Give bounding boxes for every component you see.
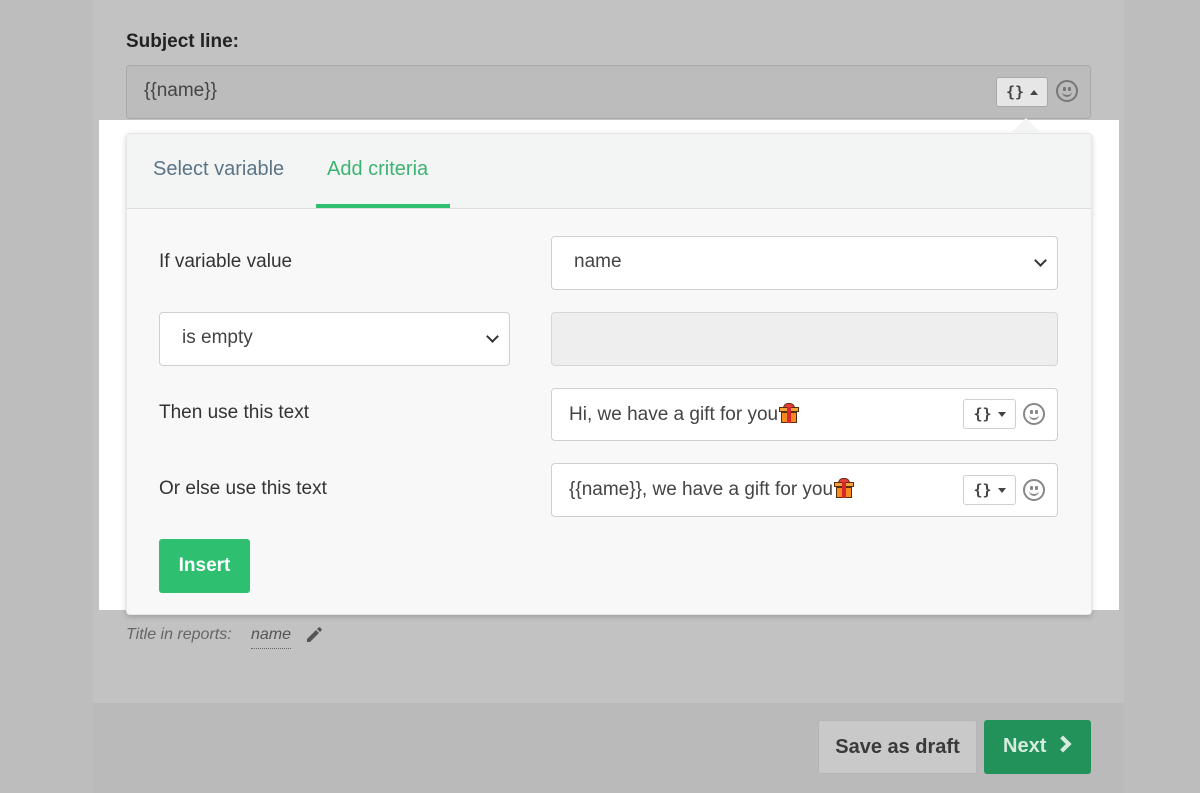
variable-popup: Select variable Add criteria (126, 133, 1092, 615)
else-text-value: {{name}}, we have a gift for you (569, 478, 855, 501)
condition-select-value: is empty (182, 327, 253, 348)
next-button-label: Next (1003, 735, 1047, 757)
then-text-value: Hi, we have a gift for you (569, 403, 800, 426)
gift-icon (834, 478, 855, 498)
if-variable-label: If variable value (159, 251, 293, 272)
reports-title-value[interactable]: name (251, 626, 292, 649)
tab-add-criteria[interactable]: Add criteria (327, 158, 428, 181)
caret-down-icon (997, 487, 1006, 493)
caret-down-icon (997, 411, 1006, 417)
gift-icon (779, 403, 800, 423)
popup-tabs: Select variable Add criteria (127, 134, 1091, 209)
condition-select[interactable]: is empty (159, 312, 510, 366)
variable-select-value: name (574, 251, 622, 272)
chevron-right-icon (1054, 735, 1072, 753)
subject-emoji-icon[interactable] (1056, 80, 1078, 102)
popup-arrow (1012, 118, 1040, 132)
insert-button[interactable]: Insert (159, 539, 250, 593)
chevron-down-icon (1034, 254, 1047, 267)
braces-icon: {} (1005, 83, 1025, 101)
save-as-draft-button[interactable]: Save as draft (818, 720, 977, 774)
braces-icon: {} (973, 405, 992, 423)
active-tab-indicator (316, 204, 450, 208)
subject-line-input[interactable]: {{name}} (126, 65, 1091, 119)
else-variable-button[interactable]: {} (963, 475, 1016, 505)
chevron-down-icon (486, 330, 499, 343)
tab-select-variable[interactable]: Select variable (153, 158, 284, 181)
else-emoji-icon[interactable] (1023, 479, 1045, 501)
reports-title-label: Title in reports: (126, 626, 232, 643)
subject-variable-button[interactable]: {} (996, 77, 1048, 107)
then-variable-button[interactable]: {} (963, 399, 1016, 429)
caret-up-icon (1030, 89, 1039, 95)
comparison-value-input (551, 312, 1058, 366)
braces-icon: {} (973, 481, 992, 499)
next-button[interactable]: Next (984, 720, 1091, 774)
pencil-icon[interactable] (305, 626, 323, 644)
else-text-label: Or else use this text (159, 478, 327, 499)
variable-select[interactable]: name (551, 236, 1058, 290)
then-emoji-icon[interactable] (1023, 403, 1045, 425)
subject-line-value: {{name}} (144, 80, 217, 101)
then-text-label: Then use this text (159, 402, 309, 423)
subject-line-label: Subject line: (126, 31, 239, 52)
